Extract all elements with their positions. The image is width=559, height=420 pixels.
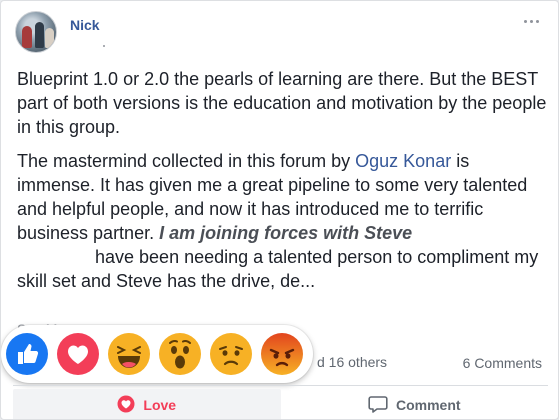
mention-link[interactable]: Oguz Konar	[355, 151, 451, 171]
post-paragraph: The mastermind collected in this forum b…	[17, 151, 539, 291]
reactions-popup	[1, 325, 313, 383]
divider	[13, 385, 548, 386]
comment-button[interactable]: Comment	[281, 389, 549, 419]
angry-reaction-icon[interactable]	[260, 332, 304, 376]
post-paragraph: Blueprint 1.0 or 2.0 the pearls of learn…	[17, 69, 547, 137]
more-options-icon[interactable]	[519, 13, 543, 29]
love-reaction-icon[interactable]	[56, 332, 100, 376]
comments-count[interactable]: 6 Comments	[463, 355, 542, 371]
meta-dot	[103, 45, 105, 47]
wow-reaction-icon[interactable]	[158, 332, 202, 376]
haha-reaction-icon[interactable]	[107, 332, 151, 376]
love-button[interactable]: Love	[13, 389, 281, 419]
avatar[interactable]	[15, 11, 57, 53]
heart-icon	[117, 395, 135, 416]
like-reaction-icon[interactable]	[5, 332, 49, 376]
post-body: Blueprint 1.0 or 2.0 the pearls of learn…	[17, 67, 547, 293]
comment-label: Comment	[395, 397, 461, 413]
author-name[interactable]: Nick	[70, 17, 100, 33]
comment-icon	[368, 395, 388, 416]
post-header: Nick	[15, 11, 545, 55]
reaction-count-text[interactable]: d 16 others	[317, 354, 387, 370]
emphasis-text: I am joining forces with Steve	[159, 223, 413, 243]
love-label: Love	[143, 397, 177, 413]
post-card: Nick Blueprint 1.0 or 2.0 the pearls of …	[0, 0, 559, 420]
action-bar: Love Comment	[13, 389, 549, 419]
sad-reaction-icon[interactable]	[209, 332, 253, 376]
